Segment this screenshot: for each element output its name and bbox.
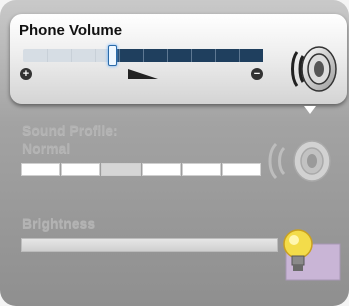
- volume-slider-handle[interactable]: [108, 45, 117, 66]
- volume-segment-divider: [119, 49, 120, 62]
- volume-segment-divider: [239, 49, 240, 62]
- volume-increase-icon[interactable]: +: [20, 68, 32, 80]
- brightness-label: Brightness: [22, 215, 96, 231]
- light-bulb-icon[interactable]: [276, 222, 344, 289]
- volume-segment-divider: [95, 49, 96, 62]
- sound-profile-selector[interactable]: [21, 163, 262, 176]
- volume-slider[interactable]: [23, 45, 263, 66]
- volume-segment-divider: [71, 49, 72, 62]
- volume-segment-divider: [191, 49, 192, 62]
- sound-profile-label: Sound Profile:: [22, 122, 118, 138]
- brightness-slider[interactable]: [21, 238, 278, 252]
- volume-segment-divider: [167, 49, 168, 62]
- volume-segment-divider: [143, 49, 144, 62]
- volume-slider-fill: [112, 49, 263, 62]
- volume-segment-divider: [215, 49, 216, 62]
- chevron-down-icon[interactable]: [304, 106, 316, 114]
- volume-ramp-icon: [128, 69, 158, 79]
- volume-decrease-icon[interactable]: −: [251, 68, 263, 80]
- sound-profile-segment[interactable]: [221, 163, 262, 176]
- speaker-icon[interactable]: [289, 44, 341, 99]
- sound-profile-segment[interactable]: [61, 163, 101, 176]
- sound-profile-segment[interactable]: [101, 163, 141, 176]
- speaker-soft-icon[interactable]: [266, 138, 338, 189]
- volume-segment-divider: [47, 49, 48, 62]
- sound-profile-value: Normal: [22, 140, 71, 156]
- sound-profile-segment[interactable]: [141, 163, 181, 176]
- sound-settings-panel: Phone Volume + − Sound Profile: Normal B…: [0, 0, 349, 306]
- sound-profile-segment[interactable]: [181, 163, 221, 176]
- sound-profile-segment[interactable]: [21, 163, 61, 176]
- phone-volume-card: Phone Volume + −: [10, 14, 347, 104]
- phone-volume-title: Phone Volume: [19, 22, 123, 39]
